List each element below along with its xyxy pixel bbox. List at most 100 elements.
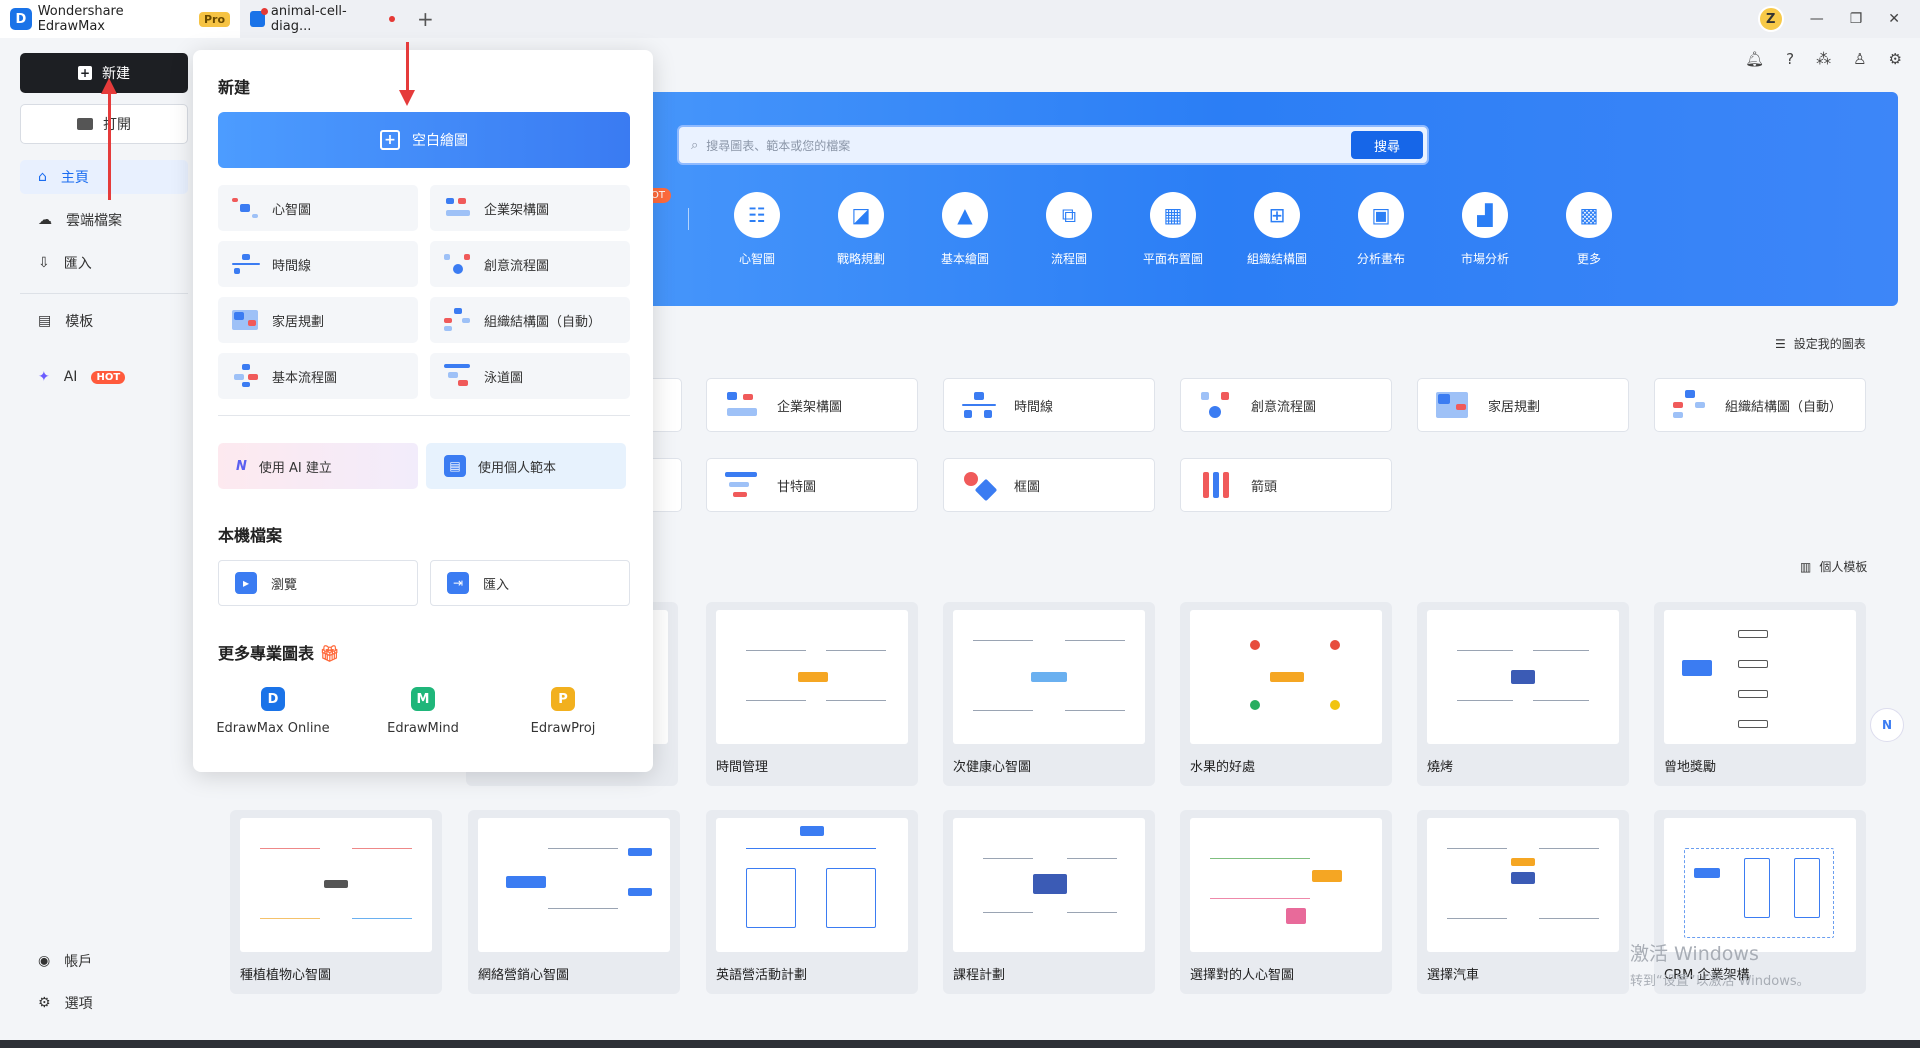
category-orgchart[interactable]: ⊞ 組織結構圖 [1225, 192, 1329, 267]
product-edrawmax-online[interactable]: D EdrawMax Online [203, 687, 343, 736]
template-thumbnail [1190, 610, 1382, 744]
ai-assistant-float-button[interactable]: N [1870, 708, 1904, 742]
template-thumbnail [1427, 818, 1619, 952]
annotation-arrow [108, 90, 111, 200]
search-button[interactable]: 搜尋 [1351, 131, 1423, 159]
product-label: EdrawMind [387, 721, 459, 736]
quick-card-enterprise[interactable]: 企業架構圖 [706, 378, 918, 432]
template-card[interactable]: 時間管理 [706, 602, 918, 786]
personal-templates-link[interactable]: ▥ 個人模板 [1800, 558, 1867, 575]
product-label: EdrawProj [530, 721, 596, 736]
template-card[interactable]: 燒烤 [1417, 602, 1629, 786]
popup-item-creative-flow[interactable]: 創意流程圖 [430, 241, 630, 287]
quick-card-gantt[interactable]: 甘特圖 [706, 458, 918, 512]
quick-card-timeline[interactable]: 時間線 [943, 378, 1155, 432]
template-title: 次健康心智圖 [953, 760, 1032, 775]
new-tab-plus-icon[interactable]: + [417, 7, 434, 31]
sidebar-item-templates[interactable]: ▤ 模板 [20, 304, 188, 338]
blank-drawing-button[interactable]: + 空白繪圖 [218, 112, 630, 168]
product-edrawproj[interactable]: P EdrawProj [493, 687, 633, 736]
category-flowchart[interactable]: ⧉ 流程圖 [1017, 192, 1121, 267]
quick-card-creative-flow[interactable]: 創意流程圖 [1180, 378, 1392, 432]
home-plan-icon [1436, 390, 1470, 420]
template-card[interactable]: 次健康心智圖 [943, 602, 1155, 786]
mindmap-icon [232, 196, 260, 220]
restore-icon[interactable]: ❐ [1850, 11, 1863, 27]
template-card[interactable]: 選擇對的人心智圖 [1180, 810, 1392, 994]
popup-item-timeline[interactable]: 時間線 [218, 241, 418, 287]
mindmap-icon: ☷ [734, 192, 780, 238]
template-card[interactable]: 曾地獎勵 [1654, 602, 1866, 786]
template-title: 燒烤 [1427, 760, 1454, 775]
search-bar[interactable]: ⌕ 搜尋圖表、範本或您的檔案 搜尋 [677, 125, 1429, 165]
category-mindmap[interactable]: ☷ 心智圖 [705, 192, 809, 267]
close-icon[interactable]: ✕ [1888, 11, 1900, 27]
popup-item-org-auto[interactable]: 組織結構圖（自動） [430, 297, 630, 343]
category-label: 分析畫布 [1356, 252, 1405, 266]
quick-card-arrow[interactable]: 箭頭 [1180, 458, 1392, 512]
import-button[interactable]: ⇥ 匯入 [430, 560, 630, 606]
sidebar-item-options[interactable]: ⚙ 選項 [20, 986, 188, 1020]
category-market[interactable]: ▟ 市場分析 [1433, 192, 1537, 267]
minimize-icon[interactable]: — [1810, 11, 1824, 27]
sidebar-item-home[interactable]: ⌂ 主頁 [20, 160, 188, 194]
user-avatar[interactable]: Z [1757, 6, 1784, 32]
template-card[interactable]: 選擇汽車 [1417, 810, 1629, 994]
import-label: 匯入 [483, 577, 510, 593]
template-card[interactable]: 種植植物心智圖 [230, 810, 442, 994]
sidebar-item-cloud[interactable]: ☁ 雲端檔案 [20, 203, 188, 237]
gear-icon: ⚙ [38, 995, 51, 1011]
edrawmax-logo-icon: D [10, 8, 32, 30]
category-label: 市場分析 [1460, 252, 1509, 266]
product-edrawmind[interactable]: M EdrawMind [353, 687, 493, 736]
quick-card-home-plan[interactable]: 家居規劃 [1417, 378, 1629, 432]
shirt-theme-icon[interactable]: ♙ [1853, 50, 1866, 68]
template-title: 網絡營銷心智圖 [478, 968, 570, 983]
org-auto-icon [444, 308, 472, 332]
sidebar-item-ai[interactable]: ✦ AI HOT [20, 360, 188, 394]
template-title: 水果的好處 [1190, 760, 1256, 775]
template-card[interactable]: 網絡營銷心智圖 [468, 810, 680, 994]
category-more[interactable]: ▩ 更多 [1537, 192, 1641, 267]
apps-icon[interactable]: ⁂ [1816, 50, 1831, 68]
cloud-icon: ☁ [38, 212, 52, 228]
bell-icon[interactable]: 🔔︎ [1745, 50, 1764, 68]
gear-icon[interactable]: ⚙ [1889, 50, 1902, 68]
creative-flow-icon [444, 252, 472, 276]
popup-item-enterprise[interactable]: 企業架構圖 [430, 185, 630, 231]
search-icon: ⌕ [691, 137, 699, 153]
personal-template-button[interactable]: ▤ 使用個人範本 [426, 443, 626, 489]
popup-item-swimlane[interactable]: 泳道圖 [430, 353, 630, 399]
more-charts-title: 更多專業圖表 🎁︎ [218, 640, 340, 664]
sidebar-item-label: 匯入 [63, 256, 92, 272]
category-canvas[interactable]: ▣ 分析畫布 [1329, 192, 1433, 267]
import-icon: ⇩ [38, 255, 50, 271]
template-card[interactable]: 英語營活動計劃 [706, 810, 918, 994]
sidebar-item-account[interactable]: ◉ 帳戶 [20, 944, 188, 978]
quick-card-org-auto[interactable]: 組織結構圖（自動） [1654, 378, 1866, 432]
edrawmax-online-logo-icon: D [261, 687, 285, 711]
app-tab[interactable]: D Wondershare EdrawMax Pro [0, 0, 240, 38]
ai-create-button[interactable]: N 使用 AI 建立 [218, 443, 418, 489]
popup-item-mindmap[interactable]: 心智圖 [218, 185, 418, 231]
document-icon [250, 8, 268, 27]
popup-item-home-plan[interactable]: 家居規劃 [218, 297, 418, 343]
strategy-icon: ◪ [838, 192, 884, 238]
category-floorplan[interactable]: ▦ 平面布置圖 [1121, 192, 1225, 267]
category-strategy[interactable]: ◪ 戰略規劃 [809, 192, 913, 267]
category-basic[interactable]: ▲ 基本繪圖 [913, 192, 1017, 267]
popup-item-basic-flow[interactable]: 基本流程圖 [218, 353, 418, 399]
open-button[interactable]: 打開 [20, 104, 188, 144]
quick-card-block[interactable]: 框圖 [943, 458, 1155, 512]
template-card[interactable]: 水果的好處 [1180, 602, 1392, 786]
set-my-charts-link[interactable]: ☰ 設定我的圖表 [1775, 335, 1866, 352]
sidebar-item-import[interactable]: ⇩ 匯入 [20, 246, 188, 280]
document-tab[interactable]: animal-cell-diag... [240, 0, 405, 38]
template-card[interactable]: 課程計劃 [943, 810, 1155, 994]
help-icon[interactable]: ? [1786, 50, 1794, 68]
search-input[interactable]: 搜尋圖表、範本或您的檔案 [706, 137, 850, 154]
browse-button[interactable]: ▸ 瀏覽 [218, 560, 418, 606]
template-card[interactable]: CRM 企業架構 [1654, 810, 1866, 994]
home-plan-icon [232, 308, 260, 332]
popup-item-label: 家居規劃 [272, 314, 325, 330]
